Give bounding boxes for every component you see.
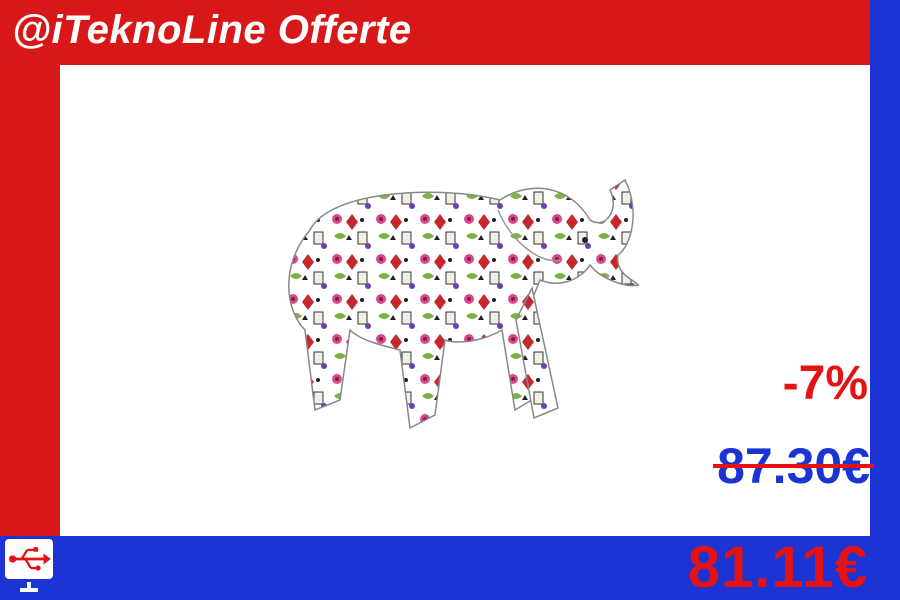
brand-title: @iTeknoLine Offerte — [12, 8, 412, 52]
discount-badge: -7% — [782, 357, 868, 410]
strikethrough-line — [713, 464, 874, 468]
offer-banner: @iTeknoLine Offerte -7% 87.30€ 81.11€ — [0, 0, 900, 600]
usb-symbol-icon — [9, 547, 51, 571]
old-price: 87.30€ — [713, 437, 874, 495]
usb-monitor-icon — [3, 537, 55, 581]
new-price: 81.11€ — [687, 535, 868, 600]
old-price-wrap: 87.30€ — [713, 437, 874, 495]
monitor-stand-icon — [20, 582, 38, 592]
elephant-figurine-image — [288, 178, 640, 430]
